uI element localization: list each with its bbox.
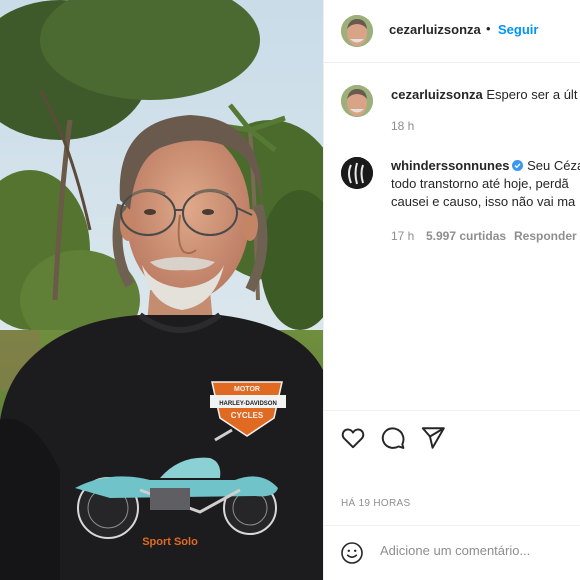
- author-username[interactable]: cezarluizsonza: [389, 22, 481, 37]
- post-actions: HÁ 19 HORAS: [324, 410, 580, 531]
- comment-likes[interactable]: 5.997 curtidas: [426, 229, 506, 243]
- comment-username[interactable]: cezarluizsonza: [391, 87, 483, 102]
- commenter-avatar[interactable]: [341, 85, 373, 117]
- post-video-frame: MOTOR HARLEY-DAVIDSON CYCLES Sport Solo: [0, 0, 323, 580]
- comment-text: cezarluizsonza Espero ser a últ: [391, 86, 577, 104]
- add-comment-bar: [324, 525, 580, 580]
- comment-text-line-2: todo transtorno até hoje, perdã: [391, 176, 569, 191]
- header-separator: •: [486, 21, 491, 36]
- author-avatar[interactable]: [341, 15, 373, 47]
- shirt-print-text: Sport Solo: [142, 536, 198, 548]
- verified-badge-icon: [512, 160, 524, 171]
- post-media[interactable]: MOTOR HARLEY-DAVIDSON CYCLES Sport Solo: [0, 0, 323, 580]
- post-timestamp: HÁ 19 HORAS: [341, 498, 411, 509]
- comment-time: 17 h: [391, 229, 415, 243]
- follow-button[interactable]: Seguir: [498, 22, 538, 37]
- shirt-logo-line1: MOTOR: [234, 386, 260, 393]
- shirt-logo-line3: CYCLES: [231, 411, 264, 420]
- post-header: cezarluizsonza • Seguir: [324, 0, 580, 63]
- commenter-avatar[interactable]: [341, 157, 373, 189]
- comment-icon[interactable]: [380, 425, 406, 451]
- comment-text-line-3: causei e causo, isso não vai ma: [391, 194, 576, 209]
- reply-button[interactable]: Responder: [514, 229, 577, 243]
- comment-body: Espero ser a últ: [486, 87, 578, 102]
- comment-body: Seu Céza: [527, 158, 580, 173]
- share-icon[interactable]: [420, 425, 446, 451]
- comment-text-line-1: whinderssonnunes Seu Céza: [391, 157, 580, 175]
- comment-username[interactable]: whinderssonnunes: [391, 158, 509, 173]
- comment-input[interactable]: [380, 543, 570, 558]
- heart-icon[interactable]: [340, 425, 366, 451]
- comments-panel: cezarluizsonza • Seguir cezarluizsonza E…: [323, 0, 580, 580]
- comment-time: 18 h: [391, 119, 415, 133]
- emoji-icon[interactable]: [340, 541, 364, 565]
- shirt-logo-line2: HARLEY-DAVIDSON: [219, 401, 277, 407]
